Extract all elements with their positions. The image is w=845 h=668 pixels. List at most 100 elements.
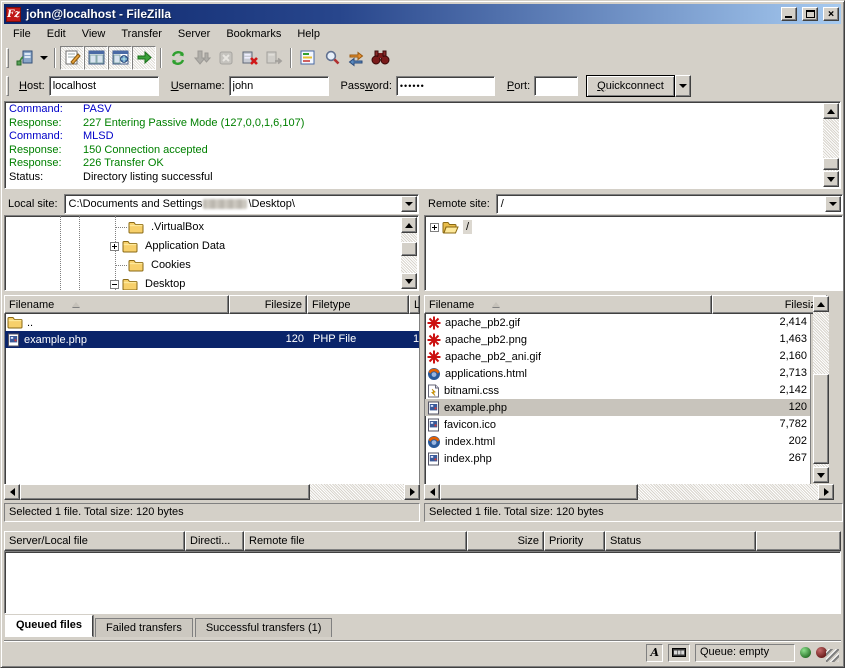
tree-item-cookies[interactable]: Cookies xyxy=(115,256,194,274)
scroll-down-button[interactable] xyxy=(813,467,829,483)
file-size: 2,142 xyxy=(713,382,807,399)
data-type-indicator[interactable]: A xyxy=(646,644,663,662)
column-header-filename[interactable]: Filename xyxy=(424,295,712,314)
tree-item-root[interactable]: / xyxy=(430,218,472,236)
cancel-button[interactable] xyxy=(214,46,238,70)
file-size: 267 xyxy=(713,450,807,467)
column-header-filetype[interactable]: Filetype xyxy=(307,295,409,314)
tab-failed-transfers[interactable]: Failed transfers xyxy=(95,618,193,637)
directory-comparison-button[interactable] xyxy=(320,46,344,70)
scroll-down-button[interactable] xyxy=(401,273,417,289)
quickconnect-button[interactable]: Quickconnect xyxy=(586,75,675,97)
reconnect-button[interactable] xyxy=(262,46,286,70)
file-row-selected[interactable]: example.php 120 xyxy=(425,399,810,416)
scroll-right-button[interactable] xyxy=(404,484,420,500)
site-manager-button[interactable] xyxy=(13,46,37,70)
refresh-button[interactable] xyxy=(166,46,190,70)
column-header-filesize[interactable]: Filesize xyxy=(229,295,307,314)
collapse-minus-icon[interactable] xyxy=(110,280,119,289)
quickconnect-dropdown-button[interactable] xyxy=(675,75,691,97)
maximize-button[interactable] xyxy=(802,7,818,21)
column-header-remote-file[interactable]: Remote file xyxy=(244,531,467,551)
toolbar-separator xyxy=(290,48,292,68)
disconnect-button[interactable] xyxy=(238,46,262,70)
synchronized-browsing-button[interactable] xyxy=(344,46,368,70)
queue-status: Queue: empty xyxy=(695,644,795,662)
log-scrollbar-thumb[interactable] xyxy=(823,158,839,170)
tree-item-virtualbox[interactable]: .VirtualBox xyxy=(115,218,207,236)
local-tree-scrollbar-thumb[interactable] xyxy=(401,242,417,256)
remote-hscrollbar[interactable] xyxy=(424,484,834,500)
tree-item-application-data[interactable]: Application Data xyxy=(110,237,228,255)
port-input[interactable] xyxy=(534,76,578,96)
menu-help[interactable]: Help xyxy=(289,26,328,42)
local-hscrollbar-thumb[interactable] xyxy=(20,484,310,500)
file-row[interactable]: bitnami.css 2,142 xyxy=(425,382,810,399)
column-header-size[interactable]: Size xyxy=(467,531,544,551)
resize-grip[interactable] xyxy=(826,649,839,662)
combo-dropdown-button[interactable] xyxy=(825,196,841,212)
file-row[interactable]: index.html 202 xyxy=(425,433,810,450)
scroll-down-button[interactable] xyxy=(823,171,839,187)
expand-plus-icon[interactable] xyxy=(430,223,439,232)
column-header-filesize[interactable]: Filesize xyxy=(712,295,827,314)
column-header-filename[interactable]: Filename xyxy=(4,295,229,314)
tree-item-desktop[interactable]: Desktop xyxy=(110,275,188,291)
tab-successful-transfers[interactable]: Successful transfers (1) xyxy=(195,618,333,637)
local-path-combo[interactable]: C:\Documents and Settings\Desktop\ xyxy=(64,194,419,214)
menu-file[interactable]: File xyxy=(5,26,39,42)
column-header-direction[interactable]: Directi... xyxy=(185,531,244,551)
remote-hscrollbar-thumb[interactable] xyxy=(440,484,638,500)
toggle-local-tree-button[interactable] xyxy=(84,46,108,70)
scroll-up-button[interactable] xyxy=(823,103,839,119)
toolbar-grip[interactable] xyxy=(6,48,9,68)
file-row[interactable]: index.php 267 xyxy=(425,450,810,467)
find-files-button[interactable] xyxy=(368,46,392,70)
remote-path-combo[interactable]: / xyxy=(496,194,843,214)
remote-vscrollbar[interactable] xyxy=(813,296,829,483)
local-hscrollbar[interactable] xyxy=(4,484,420,500)
scroll-right-button[interactable] xyxy=(818,484,834,500)
scroll-up-button[interactable] xyxy=(813,296,829,312)
column-header-lastmodified[interactable]: L xyxy=(409,295,420,314)
filter-button[interactable] xyxy=(296,46,320,70)
file-row[interactable]: applications.html 2,713 xyxy=(425,365,810,382)
menu-bookmarks[interactable]: Bookmarks xyxy=(218,26,289,42)
message-log: Command:PASV Response:227 Entering Passi… xyxy=(4,101,841,189)
menu-view[interactable]: View xyxy=(74,26,114,42)
menu-server[interactable]: Server xyxy=(170,26,218,42)
toggle-queue-button[interactable] xyxy=(132,46,156,70)
scroll-left-button[interactable] xyxy=(424,484,440,500)
local-status-text: Selected 1 file. Total size: 120 bytes xyxy=(4,503,420,522)
quickconnect-grip[interactable] xyxy=(6,76,9,96)
combo-dropdown-button[interactable] xyxy=(401,196,417,212)
speed-limit-indicator[interactable] xyxy=(668,644,690,662)
remote-list-header: Filename Filesize xyxy=(424,295,827,314)
scroll-left-button[interactable] xyxy=(4,484,20,500)
site-manager-dropdown-button[interactable] xyxy=(37,46,50,70)
folder-icon xyxy=(122,240,138,253)
menu-transfer[interactable]: Transfer xyxy=(113,26,170,42)
column-header-server-local-file[interactable]: Server/Local file xyxy=(4,531,185,551)
close-button[interactable]: × xyxy=(823,7,839,21)
file-row[interactable]: favicon.ico 7,782 xyxy=(425,416,810,433)
column-header-status[interactable]: Status xyxy=(605,531,756,551)
column-header-priority[interactable]: Priority xyxy=(544,531,605,551)
remote-vscrollbar-thumb[interactable] xyxy=(813,374,829,464)
file-row[interactable]: apache_pb2.png 1,463 xyxy=(425,331,810,348)
file-row[interactable]: apache_pb2_ani.gif 2,160 xyxy=(425,348,810,365)
expand-plus-icon[interactable] xyxy=(110,242,119,251)
process-queue-button[interactable] xyxy=(190,46,214,70)
parent-directory-row[interactable]: .. xyxy=(5,314,419,331)
scroll-up-button[interactable] xyxy=(401,217,417,233)
tab-queued-files[interactable]: Queued files xyxy=(5,615,93,637)
minimize-button[interactable] xyxy=(781,7,797,21)
toggle-log-button[interactable] xyxy=(60,46,84,70)
toggle-remote-tree-button[interactable] xyxy=(108,46,132,70)
menu-edit[interactable]: Edit xyxy=(39,26,74,42)
file-row[interactable]: apache_pb2.gif 2,414 xyxy=(425,314,810,331)
password-input[interactable] xyxy=(396,76,495,96)
username-input[interactable] xyxy=(229,76,329,96)
host-input[interactable] xyxy=(49,76,159,96)
file-row-selected[interactable]: example.php 120 PHP File 1 xyxy=(5,331,419,348)
